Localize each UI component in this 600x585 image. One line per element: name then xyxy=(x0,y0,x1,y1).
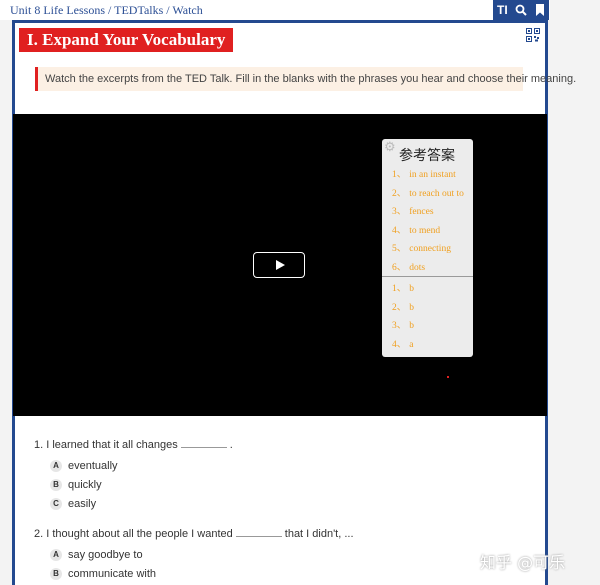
top-bar: Unit 8 Life Lessons / TEDTalks / Watch xyxy=(0,0,550,20)
answer-item: 1、 in an instant xyxy=(392,170,456,180)
bookmark-icon[interactable] xyxy=(532,1,548,19)
option-2a[interactable]: Asay goodbye to xyxy=(50,545,534,564)
section-title: I. Expand Your Vocabulary xyxy=(19,28,234,52)
answer-item: 2、 b xyxy=(392,302,415,313)
answer-panel: ⚙ 参考答案 1、 in an instant 2、 to reach out to… xyxy=(382,139,473,357)
breadcrumb-page: Watch xyxy=(172,3,203,17)
answer-item: 5、 connecting xyxy=(392,244,451,254)
answer-item: 3、 b xyxy=(392,321,415,331)
red-marker xyxy=(447,376,449,378)
answer-item: 6、 dots xyxy=(392,262,426,273)
instruction-box: Watch the excerpts from the TED Talk. Fi… xyxy=(35,67,576,91)
breadcrumb: Unit 8 Life Lessons / TEDTalks / Watch xyxy=(10,3,203,18)
breadcrumb-separator: / xyxy=(105,3,115,17)
question-list: 1. I learned that it all changes. Aevent… xyxy=(34,435,534,583)
phrase-answers: 1、 in an instant 2、 to reach out to 3、 fenc… xyxy=(392,166,464,277)
answer-blank[interactable] xyxy=(235,524,282,537)
answer-divider xyxy=(382,276,473,277)
option-2b[interactable]: Bcommunicate with xyxy=(50,564,534,583)
answer-item: 4、 to mend xyxy=(392,225,441,236)
answer-blank[interactable] xyxy=(180,435,227,448)
answer-item: 4、 a xyxy=(392,339,414,350)
answer-item: 3、 fences xyxy=(392,207,434,217)
breadcrumb-section[interactable]: TEDTalks xyxy=(114,3,163,17)
watermark: 知乎 @可乐 xyxy=(480,553,566,572)
play-icon xyxy=(275,260,285,270)
gear-icon[interactable]: ⚙ xyxy=(384,139,396,155)
qr-code-icon[interactable] xyxy=(526,28,540,42)
question-2: 2. I thought about all the people I want… xyxy=(34,524,534,542)
option-1b[interactable]: Bquickly xyxy=(50,475,534,494)
text-size-button[interactable]: TI xyxy=(494,1,510,19)
breadcrumb-unit[interactable]: Unit 8 Life Lessons xyxy=(10,3,105,17)
option-1c[interactable]: Ceasily xyxy=(50,494,534,513)
option-1a[interactable]: Aeventually xyxy=(50,456,534,475)
play-button[interactable] xyxy=(253,252,305,278)
toolbar: TI xyxy=(493,0,549,20)
meaning-answers: 1、 b 2、 b 3、 b 4、 a xyxy=(392,280,414,354)
question-1: 1. I learned that it all changes. xyxy=(34,435,534,453)
answer-panel-title: 参考答案 xyxy=(399,148,455,164)
answer-item: 1、 b xyxy=(392,284,415,294)
answer-item: 2、 to reach out to xyxy=(392,188,464,199)
search-icon[interactable] xyxy=(513,1,529,19)
